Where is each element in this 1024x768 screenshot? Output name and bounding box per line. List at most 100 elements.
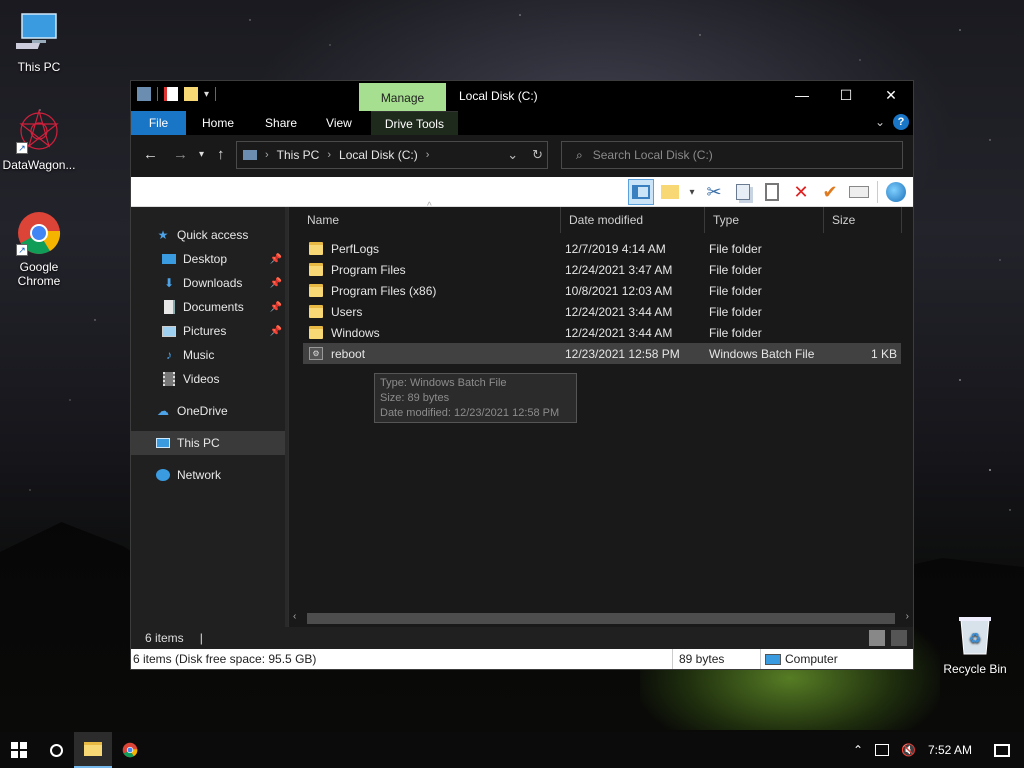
expand-ribbon-icon[interactable]: ⌄ bbox=[875, 115, 885, 129]
notifications-icon[interactable] bbox=[994, 743, 1010, 757]
nav-item-onedrive[interactable]: ☁ OneDrive bbox=[131, 399, 288, 423]
cloud-icon: ☁ bbox=[157, 404, 169, 418]
back-button[interactable]: ← bbox=[143, 146, 158, 163]
forward-button[interactable]: → bbox=[173, 146, 188, 163]
nav-item-this-pc[interactable]: This PC bbox=[131, 431, 288, 455]
recent-locations-button[interactable]: ▾ bbox=[199, 149, 204, 160]
arrow-left-icon: ← bbox=[143, 146, 158, 163]
scroll-right-icon[interactable]: › bbox=[906, 611, 909, 622]
zone-label: Computer bbox=[785, 652, 838, 666]
desktop-icon-label: Google Chrome bbox=[17, 260, 61, 288]
scrollbar-thumb[interactable] bbox=[307, 613, 895, 624]
chevron-up-icon[interactable]: ⌃ bbox=[853, 743, 863, 757]
column-header-date[interactable]: Date modified bbox=[561, 207, 705, 233]
address-dropdown-icon[interactable]: ⌄ bbox=[507, 147, 518, 163]
volume-muted-icon[interactable]: 🔇 bbox=[901, 743, 916, 757]
new-dropdown-button[interactable]: ▾ bbox=[686, 179, 698, 205]
taskbar-file-explorer[interactable] bbox=[74, 732, 112, 768]
delete-x-icon: ✕ bbox=[793, 181, 809, 202]
preview-pane-button[interactable] bbox=[628, 179, 654, 205]
file-row-selected[interactable]: ⚙ reboot 12/23/2021 12:58 PM Windows Batc… bbox=[303, 343, 901, 364]
command-toolbar: ▾ ✂ ✕ ✔ bbox=[131, 177, 913, 207]
new-folder-button[interactable] bbox=[657, 179, 683, 205]
minimize-button[interactable]: — bbox=[779, 81, 825, 111]
separator bbox=[215, 87, 217, 101]
title-bar[interactable]: ▾ Manage Local Disk (C:) — ☐ ✕ bbox=[131, 81, 913, 111]
nav-item-quick-access[interactable]: ★ Quick access bbox=[131, 223, 288, 247]
breadcrumb-this-pc[interactable]: This PC bbox=[277, 148, 320, 162]
taskbar-chrome[interactable] bbox=[112, 732, 148, 768]
scissors-icon: ✂ bbox=[706, 181, 722, 202]
copy-button[interactable] bbox=[730, 179, 756, 205]
delete-button[interactable]: ✕ bbox=[788, 179, 814, 205]
pin-icon[interactable]: 📌 bbox=[270, 326, 282, 337]
column-header-name[interactable]: Name bbox=[289, 207, 561, 233]
tab-share[interactable]: Share bbox=[247, 111, 310, 135]
details-view-icon[interactable] bbox=[869, 630, 885, 646]
desktop-icon-recycle-bin[interactable]: ♻ Recycle Bin bbox=[936, 612, 1014, 676]
nav-item-music[interactable]: ♪ Music bbox=[131, 343, 288, 367]
network-status-icon[interactable] bbox=[875, 744, 890, 756]
file-type: File folder bbox=[709, 283, 762, 298]
nav-item-documents[interactable]: Documents 📌 bbox=[131, 295, 288, 319]
file-tooltip: Type: Windows Batch File Size: 89 bytes … bbox=[374, 373, 577, 423]
desktop-icon-chrome[interactable]: ↗ Google Chrome bbox=[0, 210, 78, 288]
up-button[interactable]: ↑ bbox=[217, 146, 225, 163]
nav-item-videos[interactable]: Videos bbox=[131, 367, 288, 391]
scroll-left-icon[interactable]: ‹ bbox=[293, 611, 296, 622]
properties-icon[interactable] bbox=[164, 87, 178, 101]
nav-item-pictures[interactable]: Pictures 📌 bbox=[131, 319, 288, 343]
pin-icon[interactable]: 📌 bbox=[270, 302, 282, 313]
properties-button[interactable] bbox=[846, 179, 872, 205]
file-row[interactable]: Program Files 12/24/2021 3:47 AM File fo… bbox=[303, 259, 901, 280]
help-icon[interactable]: ? bbox=[893, 114, 909, 130]
tab-view[interactable]: View bbox=[310, 111, 365, 135]
cut-button[interactable]: ✂ bbox=[701, 179, 727, 205]
file-row[interactable]: Program Files (x86) 10/8/2021 12:03 AM F… bbox=[303, 280, 901, 301]
nav-item-network[interactable]: Network bbox=[131, 463, 288, 487]
arrow-up-icon: ↑ bbox=[217, 146, 225, 163]
drive-icon[interactable] bbox=[137, 87, 151, 101]
desktop-icon-this-pc[interactable]: This PC bbox=[0, 10, 78, 74]
customize-toolbar-icon[interactable]: ▾ bbox=[204, 89, 209, 100]
clock[interactable]: 7:52 AM bbox=[928, 743, 972, 757]
address-bar[interactable]: › This PC › Local Disk (C:) › ⌄ ↻ bbox=[236, 141, 548, 169]
file-row[interactable]: Users 12/24/2021 3:44 AM File folder bbox=[303, 301, 901, 322]
maximize-button[interactable]: ☐ bbox=[823, 81, 869, 111]
tab-drive-tools[interactable]: Drive Tools bbox=[370, 111, 458, 135]
horizontal-scrollbar[interactable]: ‹ › bbox=[289, 610, 913, 627]
pin-icon[interactable]: 📌 bbox=[270, 254, 282, 265]
tab-home[interactable]: Home bbox=[186, 111, 247, 135]
search-box[interactable]: ⌕ Search Local Disk (C:) bbox=[561, 141, 903, 169]
file-list-pane[interactable]: ^ Name Date modified Type Size PerfLogs … bbox=[289, 201, 913, 627]
nav-item-label: Pictures bbox=[183, 324, 227, 338]
breadcrumb-local-disk[interactable]: Local Disk (C:) bbox=[339, 148, 418, 162]
network-globe-button[interactable] bbox=[883, 179, 909, 205]
file-explorer-window[interactable]: ▾ Manage Local Disk (C:) — ☐ ✕ File Home… bbox=[130, 80, 914, 670]
rename-button[interactable]: ✔ bbox=[817, 179, 843, 205]
large-icons-view-icon[interactable] bbox=[891, 630, 907, 646]
disk-info: 6 items (Disk free space: 95.5 GB) bbox=[133, 649, 673, 669]
start-button[interactable] bbox=[0, 732, 38, 768]
nav-pane-scrollbar[interactable] bbox=[285, 207, 288, 627]
refresh-icon[interactable]: ↻ bbox=[532, 147, 543, 163]
view-toggle bbox=[869, 630, 907, 646]
file-row[interactable]: PerfLogs 12/7/2019 4:14 AM File folder bbox=[303, 238, 901, 259]
pin-icon[interactable]: 📌 bbox=[270, 278, 282, 289]
column-header-type[interactable]: Type bbox=[705, 207, 824, 233]
tab-file[interactable]: File bbox=[131, 111, 186, 135]
paste-button[interactable] bbox=[759, 179, 785, 205]
nav-item-downloads[interactable]: ⬇ Downloads 📌 bbox=[131, 271, 288, 295]
tab-manage[interactable]: Manage bbox=[359, 83, 446, 111]
desktop-icon-datawagon[interactable]: ↗ DataWagon... bbox=[0, 108, 78, 172]
new-folder-icon[interactable] bbox=[184, 87, 198, 101]
close-button[interactable]: ✕ bbox=[868, 81, 914, 111]
nav-item-label: Downloads bbox=[183, 276, 243, 290]
file-row[interactable]: Windows 12/24/2021 3:44 AM File folder bbox=[303, 322, 901, 343]
navigation-pane[interactable]: ★ Quick access Desktop 📌 ⬇ Downloads 📌 D… bbox=[131, 207, 289, 627]
search-taskbar-button[interactable] bbox=[38, 732, 74, 768]
column-header-size[interactable]: Size bbox=[824, 207, 902, 233]
folder-icon bbox=[309, 326, 323, 339]
nav-item-desktop[interactable]: Desktop 📌 bbox=[131, 247, 288, 271]
folder-icon bbox=[84, 742, 102, 756]
